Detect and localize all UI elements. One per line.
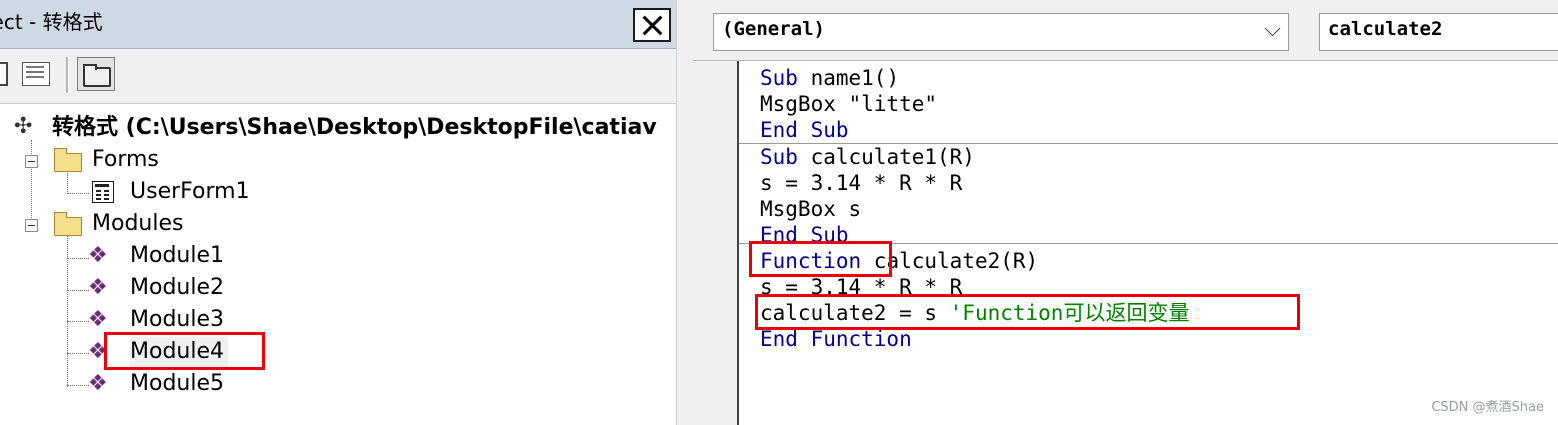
chevron-down-icon[interactable] bbox=[1264, 20, 1281, 37]
userform1-label: UserForm1 bbox=[130, 179, 250, 204]
procedure-combo[interactable]: calculate2 bbox=[1319, 13, 1558, 51]
code-line[interactable]: Sub calculate1(R) bbox=[760, 144, 975, 170]
tree-root-project[interactable]: ✣ 转格式 (C:\Users\Shae\Desktop\DesktopFile… bbox=[0, 113, 676, 143]
code-line[interactable]: End Sub bbox=[760, 222, 849, 248]
object-combo[interactable]: (General) bbox=[713, 13, 1289, 51]
module-icon: ❖ bbox=[88, 307, 108, 332]
code-text: s = 3.14 * R * R bbox=[760, 275, 963, 299]
module-icon: ❖ bbox=[88, 275, 108, 300]
close-icon[interactable] bbox=[633, 8, 671, 42]
code-line[interactable]: End Function bbox=[760, 326, 912, 352]
tree-item-module1[interactable]: ❖ Module1 bbox=[0, 241, 300, 271]
module-icon: ❖ bbox=[88, 339, 108, 364]
project-title: ject - 转格式 bbox=[0, 10, 103, 34]
code-text: s = 3.14 * R * R bbox=[760, 171, 963, 195]
module3-label: Module3 bbox=[130, 307, 224, 332]
tree-item-module4[interactable]: ❖ Module4 bbox=[0, 337, 300, 367]
module1-label: Module1 bbox=[130, 243, 224, 268]
code-line[interactable]: s = 3.14 * R * R bbox=[760, 170, 962, 196]
tree-item-module5[interactable]: ❖ Module5 bbox=[0, 369, 300, 399]
project-title-bar: ject - 转格式 bbox=[0, 0, 676, 49]
code-line[interactable]: s = 3.14 * R * R bbox=[760, 274, 962, 300]
code-text: name1() bbox=[797, 66, 900, 90]
module2-label: Module2 bbox=[130, 275, 224, 300]
collapse-forms-icon[interactable] bbox=[25, 155, 38, 168]
code-keyword: Sub bbox=[760, 145, 798, 169]
code-text: MsgBox s bbox=[760, 197, 862, 221]
module5-label: Module5 bbox=[130, 371, 224, 396]
folder-modules-label: Modules bbox=[92, 211, 184, 236]
code-line[interactable]: MsgBox s bbox=[760, 196, 861, 222]
code-line[interactable]: End Sub bbox=[760, 117, 849, 143]
object-combo-value: (General) bbox=[722, 18, 825, 40]
code-text: calculate2 = s bbox=[760, 301, 950, 325]
project-toolbar bbox=[0, 49, 676, 104]
code-text: MsgBox "litte" bbox=[760, 92, 938, 116]
code-line[interactable]: Function calculate2(R) bbox=[760, 248, 1038, 274]
code-window-header: (General) calculate2 bbox=[693, 0, 1558, 61]
folder-icon bbox=[54, 148, 82, 172]
code-keyword: End Sub bbox=[760, 118, 849, 142]
module4-label: Module4 bbox=[130, 337, 228, 367]
code-gutter[interactable] bbox=[693, 61, 739, 425]
view-code-icon[interactable] bbox=[0, 62, 8, 86]
toggle-folders-icon[interactable] bbox=[77, 57, 115, 91]
tree-item-userform1[interactable]: UserForm1 bbox=[0, 177, 300, 207]
project-root-label: 转格式 (C:\Users\Shae\Desktop\DesktopFile\c… bbox=[52, 115, 657, 140]
code-text: calculate1(R) bbox=[797, 145, 975, 169]
tree-item-module3[interactable]: ❖ Module3 bbox=[0, 305, 300, 335]
tree-folder-modules[interactable]: Modules bbox=[0, 209, 300, 239]
procedure-combo-value: calculate2 bbox=[1328, 18, 1443, 40]
code-line[interactable]: calculate2 = s 'Function可以返回变量 bbox=[760, 300, 1189, 326]
module-icon: ❖ bbox=[88, 371, 108, 396]
code-line[interactable]: MsgBox "litte" bbox=[760, 91, 937, 117]
tree-folder-forms[interactable]: Forms bbox=[0, 145, 300, 175]
code-line[interactable]: Sub name1() bbox=[760, 65, 899, 91]
watermark: CSDN @煮酒Shae bbox=[1431, 400, 1544, 415]
module-icon: ❖ bbox=[88, 243, 108, 268]
code-keyword: Function bbox=[760, 249, 862, 273]
code-text: calculate2(R) bbox=[861, 249, 1039, 273]
collapse-modules-icon[interactable] bbox=[25, 219, 38, 232]
project-icon: ✣ bbox=[14, 114, 33, 139]
code-comment: 'Function可以返回变量 bbox=[949, 301, 1190, 325]
code-keyword: End Function bbox=[760, 327, 912, 351]
project-explorer: ject - 转格式 ✣ 转格式 (C:\Users\Shae\Desktop\… bbox=[0, 0, 676, 425]
folder-icon bbox=[54, 212, 82, 236]
userform-icon bbox=[92, 181, 114, 203]
view-object-icon[interactable] bbox=[22, 62, 50, 86]
code-window: (General) calculate2 Sub name1() MsgBox … bbox=[693, 0, 1558, 425]
code-editor[interactable]: Sub name1() MsgBox "litte" End Sub Sub c… bbox=[739, 61, 1558, 425]
pane-splitter[interactable] bbox=[676, 0, 694, 425]
tree-item-module2[interactable]: ❖ Module2 bbox=[0, 273, 300, 303]
code-keyword: Sub bbox=[760, 66, 798, 90]
folder-forms-label: Forms bbox=[92, 147, 159, 172]
toolbar-separator bbox=[66, 57, 69, 93]
procedure-separator bbox=[739, 243, 1558, 244]
project-tree: ✣ 转格式 (C:\Users\Shae\Desktop\DesktopFile… bbox=[0, 104, 676, 425]
